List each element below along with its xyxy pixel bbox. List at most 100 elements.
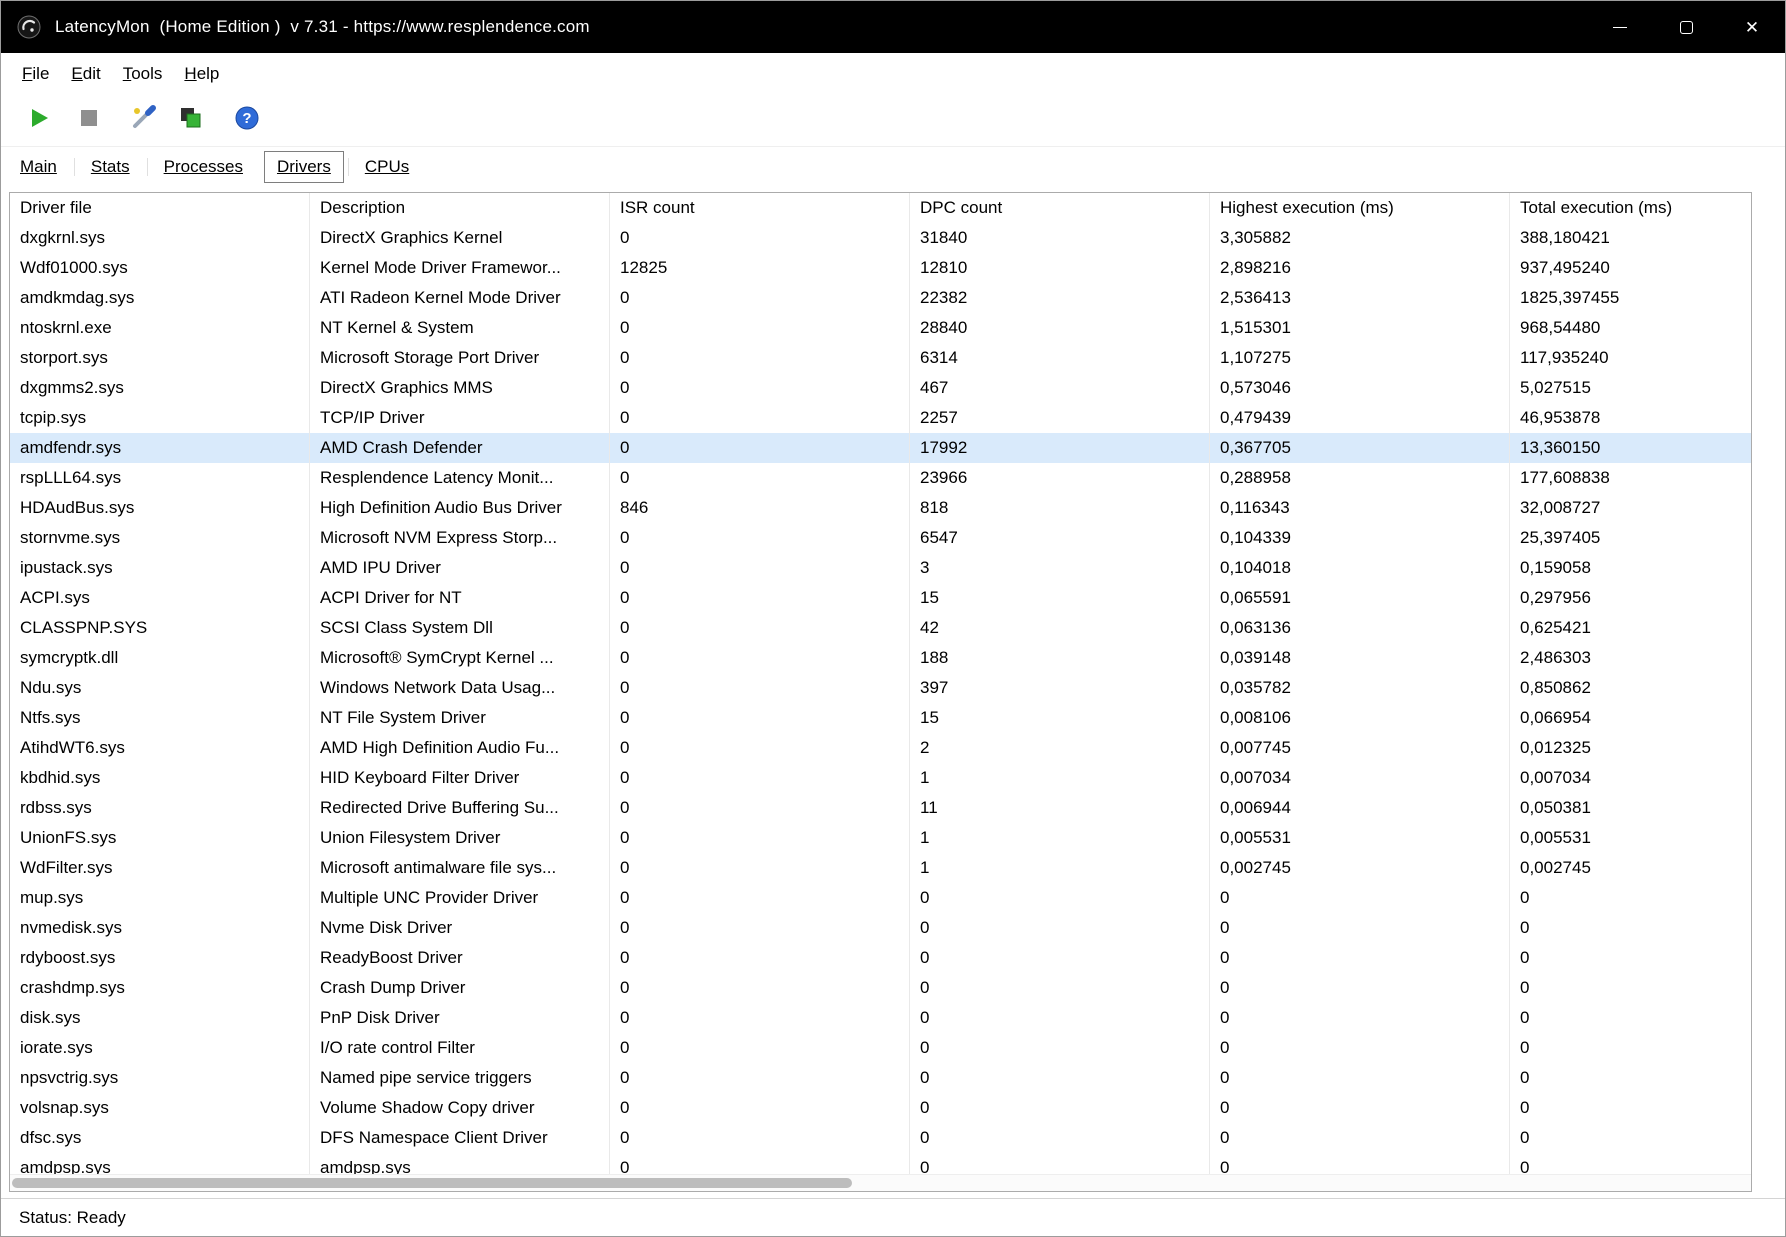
table-row[interactable]: tcpip.sysTCP/IP Driver022570,47943946,95… [10, 403, 1751, 433]
help-button[interactable]: ? [225, 100, 269, 142]
table-row[interactable]: npsvctrig.sysNamed pipe service triggers… [10, 1063, 1751, 1093]
table-row[interactable]: dxgkrnl.sysDirectX Graphics Kernel031840… [10, 223, 1751, 253]
tools-icon [129, 104, 157, 137]
table-row[interactable]: symcryptk.dllMicrosoft® SymCrypt Kernel … [10, 643, 1751, 673]
table-row[interactable]: ntoskrnl.exeNT Kernel & System0288401,51… [10, 313, 1751, 343]
table-cell: 0,104018 [1209, 553, 1509, 583]
table-cell: 15 [909, 703, 1209, 733]
tab-label: CPUs [365, 157, 409, 176]
table-cell: 0,479439 [1209, 403, 1509, 433]
table-cell: 467 [909, 373, 1209, 403]
table-cell: 0,002745 [1209, 853, 1509, 883]
table-cell: 0 [1209, 943, 1509, 973]
table-cell: 1,515301 [1209, 313, 1509, 343]
table-row[interactable]: AtihdWT6.sysAMD High Definition Audio Fu… [10, 733, 1751, 763]
maximize-button[interactable] [1653, 1, 1719, 53]
column-header[interactable]: DPC count [909, 193, 1209, 223]
table-cell: 818 [909, 493, 1209, 523]
table-row[interactable]: WdFilter.sysMicrosoft antimalware file s… [10, 853, 1751, 883]
table-cell: 0 [909, 1153, 1209, 1174]
column-header[interactable]: Total execution (ms) [1509, 193, 1750, 223]
table-row[interactable]: mup.sysMultiple UNC Provider Driver0000 [10, 883, 1751, 913]
table-row[interactable]: CLASSPNP.SYSSCSI Class System Dll0420,06… [10, 613, 1751, 643]
table-cell: amdpsp.sys [10, 1153, 309, 1174]
table-row[interactable]: stornvme.sysMicrosoft NVM Express Storp.… [10, 523, 1751, 553]
column-header[interactable]: Description [309, 193, 609, 223]
table-cell: 0 [909, 1063, 1209, 1093]
table-cell: 22382 [909, 283, 1209, 313]
tab-stats[interactable]: Stats [74, 151, 147, 183]
table-cell: 0 [609, 463, 909, 493]
table-cell: 0 [1509, 1123, 1750, 1153]
table-cell: 0,063136 [1209, 613, 1509, 643]
table-row[interactable]: storport.sysMicrosoft Storage Port Drive… [10, 343, 1751, 373]
table-row[interactable]: dxgmms2.sysDirectX Graphics MMS04670,573… [10, 373, 1751, 403]
stop-monitor-button[interactable] [67, 100, 111, 142]
table-cell: 0 [1509, 913, 1750, 943]
table-cell: 23966 [909, 463, 1209, 493]
table-cell: 846 [609, 493, 909, 523]
table-cell: 0 [1509, 943, 1750, 973]
tab-main[interactable]: Main [3, 151, 74, 183]
options-button[interactable] [121, 100, 165, 142]
table-cell: 0 [609, 943, 909, 973]
menu-item-file[interactable]: File [11, 58, 60, 90]
table-cell: Crash Dump Driver [309, 973, 609, 1003]
table-row[interactable]: kbdhid.sysHID Keyboard Filter Driver010,… [10, 763, 1751, 793]
table-row[interactable]: UnionFS.sysUnion Filesystem Driver010,00… [10, 823, 1751, 853]
table-cell: Volume Shadow Copy driver [309, 1093, 609, 1123]
table-row[interactable]: volsnap.sysVolume Shadow Copy driver0000 [10, 1093, 1751, 1123]
table-row[interactable]: amdpsp.sysamdpsp.sys0000 [10, 1153, 1751, 1174]
table-cell: 0,012325 [1509, 733, 1750, 763]
table-row[interactable]: dfsc.sysDFS Namespace Client Driver0000 [10, 1123, 1751, 1153]
column-header[interactable]: Driver file [10, 193, 309, 223]
table-row[interactable]: amdkmdag.sysATI Radeon Kernel Mode Drive… [10, 283, 1751, 313]
tab-label: Stats [91, 157, 130, 176]
menu-item-help[interactable]: Help [173, 58, 230, 90]
table-row[interactable]: Ndu.sysWindows Network Data Usag...03970… [10, 673, 1751, 703]
table-cell: 968,54480 [1509, 313, 1750, 343]
table-row[interactable]: rdyboost.sysReadyBoost Driver0000 [10, 943, 1751, 973]
table-row[interactable]: ipustack.sysAMD IPU Driver030,1040180,15… [10, 553, 1751, 583]
table-row[interactable]: Ntfs.sysNT File System Driver0150,008106… [10, 703, 1751, 733]
table-cell: 17992 [909, 433, 1209, 463]
play-icon [27, 106, 51, 135]
menu-item-tools[interactable]: Tools [112, 58, 174, 90]
horizontal-scrollbar[interactable] [10, 1174, 1751, 1191]
table-row[interactable]: ACPI.sysACPI Driver for NT0150,0655910,2… [10, 583, 1751, 613]
table-row[interactable]: nvmedisk.sysNvme Disk Driver0000 [10, 913, 1751, 943]
menu-item-edit[interactable]: Edit [60, 58, 111, 90]
table-cell: 2,898216 [1209, 253, 1509, 283]
table-cell: 2,486303 [1509, 643, 1750, 673]
table-cell: 6547 [909, 523, 1209, 553]
table-cell: SCSI Class System Dll [309, 613, 609, 643]
tab-processes[interactable]: Processes [147, 151, 260, 183]
table-cell: 1825,397455 [1509, 283, 1750, 313]
table-row[interactable]: iorate.sysI/O rate control Filter0000 [10, 1033, 1751, 1063]
table-row[interactable]: rdbss.sysRedirected Drive Buffering Su..… [10, 793, 1751, 823]
table-row[interactable]: amdfendr.sysAMD Crash Defender0179920,36… [10, 433, 1751, 463]
table-row[interactable]: HDAudBus.sysHigh Definition Audio Bus Dr… [10, 493, 1751, 523]
table-row[interactable]: Wdf01000.sysKernel Mode Driver Framewor.… [10, 253, 1751, 283]
table-row[interactable]: disk.sysPnP Disk Driver0000 [10, 1003, 1751, 1033]
table-cell: 0 [909, 1093, 1209, 1123]
table-cell: 12825 [609, 253, 909, 283]
minimize-button[interactable] [1587, 1, 1653, 53]
start-monitor-button[interactable] [17, 100, 61, 142]
column-header[interactable]: Highest execution (ms) [1209, 193, 1509, 223]
table-cell: nvmedisk.sys [10, 913, 309, 943]
table-row[interactable]: rspLLL64.sysResplendence Latency Monit..… [10, 463, 1751, 493]
column-header[interactable]: ISR count [609, 193, 909, 223]
copy-report-button[interactable] [169, 100, 213, 142]
table-cell: 0 [609, 433, 909, 463]
table-cell: Windows Network Data Usag... [309, 673, 609, 703]
table-cell: iorate.sys [10, 1033, 309, 1063]
tab-cpus[interactable]: CPUs [348, 151, 426, 183]
table-row[interactable]: crashdmp.sysCrash Dump Driver0000 [10, 973, 1751, 1003]
table-cell: ntoskrnl.exe [10, 313, 309, 343]
scrollbar-thumb[interactable] [12, 1178, 852, 1188]
table-cell: 31840 [909, 223, 1209, 253]
tab-drivers[interactable]: Drivers [264, 151, 344, 183]
table-cell: 0 [1209, 973, 1509, 1003]
close-button[interactable]: ✕ [1719, 1, 1785, 53]
